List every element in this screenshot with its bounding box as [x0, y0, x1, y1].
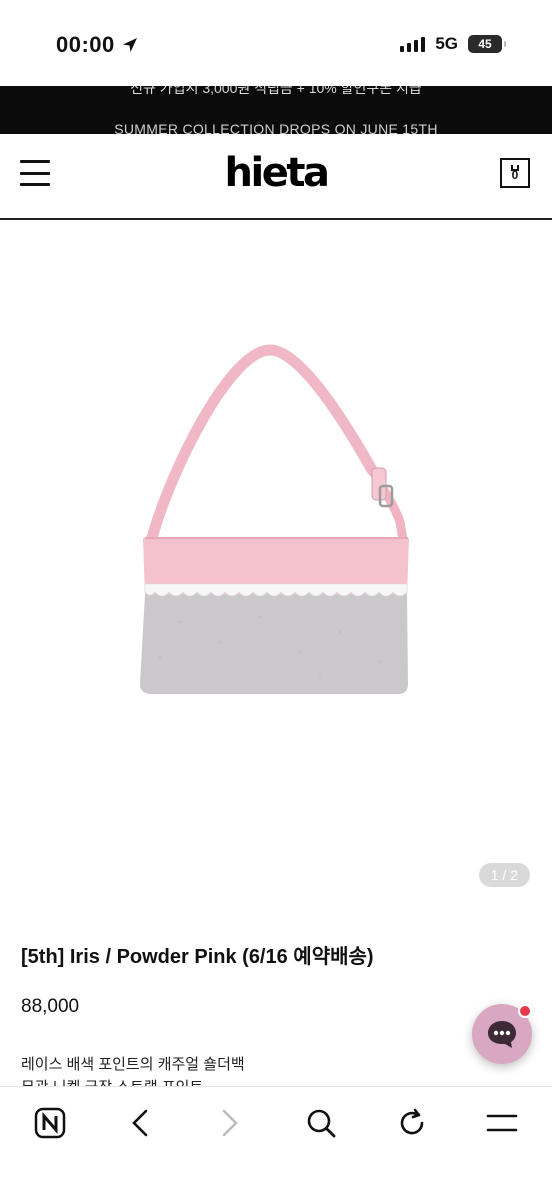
forward-icon[interactable] — [212, 1105, 248, 1141]
product-price: 88,000 — [21, 996, 80, 1017]
image-counter: 1 / 2 — [478, 863, 530, 887]
shopping-bag-icon — [511, 165, 519, 171]
naver-home-icon[interactable] — [32, 1105, 68, 1141]
announcement-line-collection: SUMMER COLLECTION DROPS ON JUNE 15TH — [114, 121, 438, 134]
cart-button[interactable]: 0 — [500, 158, 530, 188]
product-title: [5th] Iris / Powder Pink (6/16 예약배송) — [21, 946, 374, 968]
site-logo[interactable]: hieta — [0, 150, 552, 196]
status-bar: 00:00 5G 45 — [0, 0, 552, 86]
browser-toolbar — [0, 1086, 552, 1200]
status-time-text: 00:00 — [56, 32, 115, 57]
search-icon[interactable] — [303, 1105, 339, 1141]
status-indicators: 5G 45 — [400, 34, 506, 54]
location-arrow-icon — [122, 38, 137, 52]
menu-icon[interactable] — [484, 1105, 520, 1141]
status-time: 00:00 — [56, 32, 139, 58]
announcement-bar[interactable]: 신규 가입시 3,000원 적립금 + 10% 할인쿠폰 지급 SUMMER C… — [0, 86, 552, 134]
battery-icon: 45 — [468, 35, 506, 53]
notification-dot — [518, 1004, 532, 1018]
product-description-line1: 레이스 배색 포인트의 캐주얼 숄더백 — [21, 1056, 245, 1073]
product-image-gallery[interactable]: 1 / 2 — [0, 222, 552, 912]
back-icon[interactable] — [122, 1105, 158, 1141]
product-image — [140, 344, 409, 694]
battery-level: 45 — [478, 37, 492, 51]
cell-signal-icon — [400, 36, 426, 52]
announcement-line-signup: 신규 가입시 3,000원 적립금 + 10% 할인쿠폰 지급 — [130, 86, 422, 96]
chat-bubble-icon — [488, 1021, 516, 1048]
site-header: hieta 0 — [0, 134, 552, 220]
chat-button[interactable] — [472, 1004, 532, 1064]
reload-icon[interactable] — [394, 1105, 430, 1141]
network-type: 5G — [435, 34, 458, 53]
